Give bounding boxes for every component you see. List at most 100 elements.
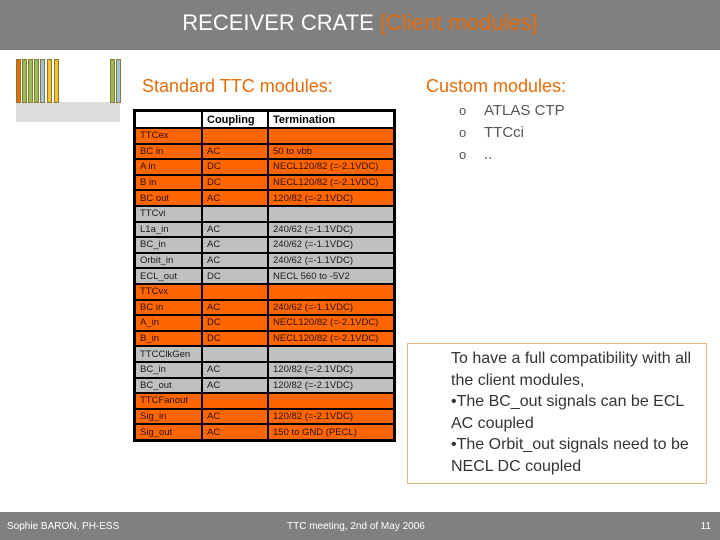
column-header [133,109,203,129]
coupling-cell: AC [201,251,269,270]
signal-name-cell: BC out [133,189,203,207]
bullet-icon: o [459,125,467,140]
signal-name-cell: A_in [133,314,203,332]
table-row: B_in DC NECL120/82 (=-2.1VDC) [133,329,396,348]
coupling-cell: DC [201,173,269,192]
coupling-cell: AC [201,220,269,239]
list-item: o.. [459,146,493,163]
coupling-cell: AC [201,142,269,161]
coupling-cell: AC [201,376,269,395]
coupling-cell: DC [201,314,269,332]
crate-slot [28,59,33,103]
termination-cell: 240/62 (=-1.1VDC) [267,220,396,239]
coupling-cell [201,204,269,223]
signal-name-cell: A in [133,158,203,176]
signal-name-cell: BC_out [133,376,203,395]
crate-slot [116,59,121,103]
crate-slot [40,59,45,103]
coupling-cell: DC [201,267,269,285]
termination-cell [267,345,396,363]
termination-cell: 120/82 (=-2.1VDC) [267,376,396,395]
page-number: 11 [700,521,711,532]
module-name-cell: TTCex [133,127,203,145]
termination-cell: 120/82 (=-2.1VDC) [267,407,396,426]
ttc-modules-table: Coupling Termination TTCex BC in AC 50 to v… [133,109,396,442]
termination-cell: 50 to vbb [267,142,396,161]
table-row: Sig_in AC 120/82 (=-2.1VDC) [133,407,396,426]
column-header-coupling: Coupling [201,109,269,129]
slide-title-accent: [Client modules] [379,10,538,35]
bullet-icon: o [459,147,467,162]
footer-author: Sophie BARON, PH-ESS [7,521,120,532]
table-row: A_in DC NECL120/82 (=-2.1VDC) [133,314,396,332]
coupling-cell: DC [201,158,269,176]
termination-cell [267,204,396,223]
coupling-cell: AC [201,360,269,379]
signal-name-cell: ECL_out [133,267,203,285]
custom-modules-heading: Custom modules: [426,76,567,96]
coupling-cell: DC [201,329,269,348]
coupling-cell: AC [201,298,269,317]
module-name-cell: TTCClkGen [133,345,203,363]
signal-name-cell: BC_in [133,236,203,254]
signal-name-cell: Orbit_in [133,251,203,270]
signal-name-cell: L1a_in [133,220,203,239]
table-row: L1a_in AC 240/62 (=-1.1VDC) [133,220,396,239]
table-group-row: TTCvi [133,204,396,223]
termination-cell: 240/62 (=-1.1VDC) [267,298,396,317]
standard-modules-heading: Standard TTC modules: [142,76,333,96]
termination-cell: 120/82 (=-2.1VDC) [267,360,396,379]
coupling-cell: AC [201,236,269,254]
termination-cell: NECL120/82 (=-2.1VDC) [267,158,396,176]
signal-name-cell: BC in [133,142,203,161]
table-row: B in DC NECL120/82 (=-2.1VDC) [133,173,396,192]
module-name-cell: TTCvx [133,282,203,301]
table-row: BC_out AC 120/82 (=-2.1VDC) [133,376,396,395]
table-group-row: TTCFanout [133,392,396,410]
signal-name-cell: B_in [133,329,203,348]
crate-slot [34,59,39,103]
table-row: BC out AC 120/82 (=-2.1VDC) [133,189,396,207]
table-row: A in DC NECL120/82 (=-2.1VDC) [133,158,396,176]
table-row: BC in AC 240/62 (=-1.1VDC) [133,298,396,317]
termination-cell [267,392,396,410]
bullet-icon: o [459,103,467,118]
table-group-row: TTCex [133,127,396,145]
termination-cell: 120/82 (=-2.1VDC) [267,189,396,207]
termination-cell: NECL 560 to -5V2 [267,267,396,285]
list-item: o ATLAS CTP [459,102,565,119]
crate-slot [47,59,52,103]
coupling-cell [201,282,269,301]
custom-modules-list: o ATLAS CTP o TTCci o.. [459,102,565,168]
compatibility-note: To have a full compatibility with all th… [451,350,692,475]
table-row: ECL_out DC NECL 560 to -5V2 [133,267,396,285]
module-name-cell: TTCvi [133,204,203,223]
crate-slot [54,59,59,103]
termination-cell [267,282,396,301]
signal-name-cell: Sig_in [133,407,203,426]
crate-slot [16,59,21,103]
title-bar: RECEIVER CRATE [Client modules] [0,0,720,50]
crate-slot [110,59,115,103]
termination-cell: 240/62 (=-1.1VDC) [267,251,396,270]
signal-name-cell: BC in [133,298,203,317]
crate-slot [22,59,27,103]
table-row: BC in AC 50 to vbb [133,142,396,161]
termination-cell: NECL120/82 (=-2.1VDC) [267,314,396,332]
table-group-row: TTCvx [133,282,396,301]
coupling-cell: AC [201,407,269,426]
table-header-row: Coupling Termination [133,109,396,129]
table-row: Orbit_in AC 240/62 (=-1.1VDC) [133,251,396,270]
slide-title: RECEIVER CRATE [Client modules] [0,10,720,36]
termination-cell: NECL120/82 (=-2.1VDC) [267,173,396,192]
signal-name-cell: BC_in [133,360,203,379]
table-row: BC_in AC 240/62 (=-1.1VDC) [133,236,396,254]
list-item: o TTCci [459,124,524,141]
termination-cell: 150 to GND (PECL) [267,423,396,442]
coupling-cell [201,127,269,145]
termination-cell: NECL120/82 (=-2.1VDC) [267,329,396,348]
table-row: BC_in AC 120/82 (=-2.1VDC) [133,360,396,379]
compatibility-note-box: To have a full compatibility with all th… [407,343,707,484]
termination-cell: 240/62 (=-1.1VDC) [267,236,396,254]
signal-name-cell: B in [133,173,203,192]
